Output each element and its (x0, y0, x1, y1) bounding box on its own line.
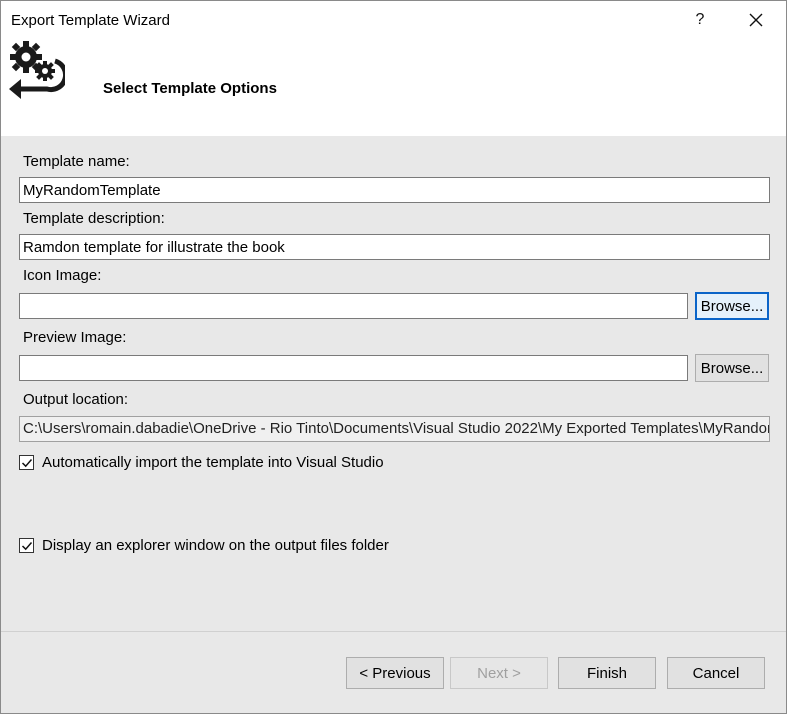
title-bar: Export Template Wizard ? (1, 1, 786, 39)
output-location-field[interactable]: C:\Users\romain.dabadie\OneDrive - Rio T… (19, 416, 770, 442)
template-name-input[interactable] (19, 177, 770, 203)
preview-image-label: Preview Image: (23, 329, 127, 346)
template-description-label: Template description: (23, 210, 165, 227)
display-explorer-checkbox-row[interactable]: Display an explorer window on the output… (19, 537, 389, 554)
checkmark-icon (21, 541, 32, 550)
help-button[interactable]: ? (683, 7, 717, 33)
close-icon (749, 13, 763, 27)
preview-browse-button[interactable]: Browse... (695, 354, 769, 382)
checkmark-icon (21, 458, 32, 467)
page-title: Select Template Options (103, 80, 277, 97)
display-explorer-checkbox[interactable] (19, 538, 34, 553)
wizard-footer: < Previous Next > Finish Cancel (1, 632, 786, 713)
icon-image-input[interactable] (19, 293, 688, 319)
template-name-label: Template name: (23, 153, 130, 170)
close-button[interactable] (739, 7, 773, 33)
export-template-wizard-window: Export Template Wizard ? Select Template… (0, 0, 787, 714)
icon-browse-button[interactable]: Browse... (695, 292, 769, 320)
window-title: Export Template Wizard (11, 12, 170, 29)
icon-image-label: Icon Image: (23, 267, 102, 284)
finish-button[interactable]: Finish (558, 657, 656, 689)
cancel-button[interactable]: Cancel (667, 657, 765, 689)
next-button[interactable]: Next > (450, 657, 548, 689)
previous-button[interactable]: < Previous (346, 657, 444, 689)
preview-image-input[interactable] (19, 355, 688, 381)
options-panel: Template name: Template description: Ico… (1, 136, 786, 631)
auto-import-label: Automatically import the template into V… (42, 454, 384, 471)
display-explorer-label: Display an explorer window on the output… (42, 537, 389, 554)
auto-import-checkbox-row[interactable]: Automatically import the template into V… (19, 454, 384, 471)
auto-import-checkbox[interactable] (19, 455, 34, 470)
template-description-input[interactable] (19, 234, 770, 260)
wizard-header: Select Template Options (1, 39, 786, 136)
output-location-label: Output location: (23, 391, 129, 408)
gears-arrow-icon (9, 41, 65, 99)
